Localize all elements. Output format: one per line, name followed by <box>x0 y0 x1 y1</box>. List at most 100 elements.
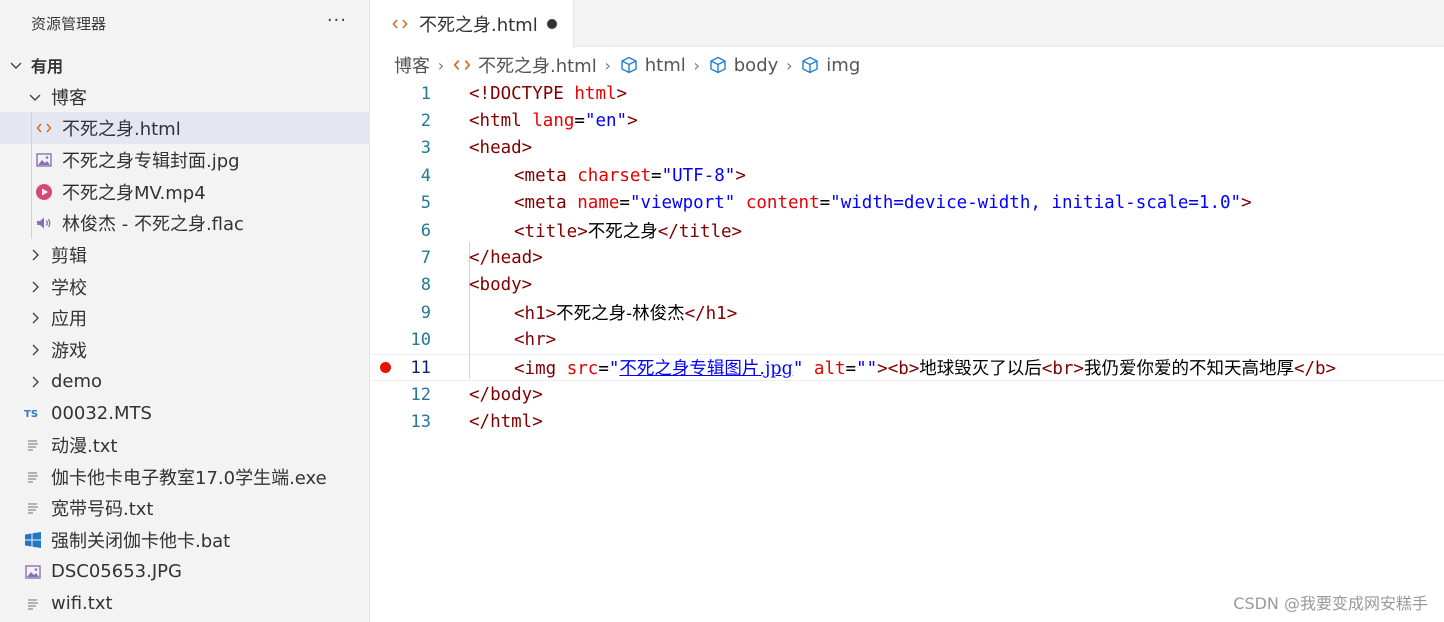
code-token: = <box>574 111 585 132</box>
tree-folder-item[interactable]: 游戏 <box>0 334 369 366</box>
tree-file-label: DSC05653.JPG <box>51 561 182 583</box>
tree-file-label: 不死之身MV.mp4 <box>62 182 206 204</box>
indent-guide <box>31 144 32 176</box>
line-number: 8 <box>420 275 431 296</box>
code-line[interactable]: 6 <title>不死之身</title> <box>371 217 1444 244</box>
unsaved-dot-icon[interactable] <box>547 19 557 29</box>
explorer-title: 资源管理器 <box>31 14 107 33</box>
chevron-right-icon: › <box>693 55 700 75</box>
code-token: <br> <box>1041 359 1084 380</box>
code-token: name <box>577 193 620 214</box>
tree-folder-label: 游戏 <box>51 341 87 363</box>
code-text: <body> <box>469 275 533 296</box>
tree-file-item[interactable]: 伽卡他卡电子教室17.0学生端.exe <box>0 461 369 493</box>
tree-file-item[interactable]: 不死之身专辑封面.jpg <box>0 144 369 176</box>
tree-file-label: 动漫.txt <box>51 436 118 458</box>
code-line[interactable]: 13 </html> <box>371 409 1444 436</box>
breadcrumb-item[interactable]: html <box>619 55 686 76</box>
chevron-down-icon <box>27 89 43 105</box>
code-line[interactable]: 7 </head> <box>371 244 1444 271</box>
chevron-right-icon <box>27 247 43 263</box>
tree-file-item[interactable]: 不死之身MV.mp4 <box>0 175 369 208</box>
breadcrumb-item[interactable]: 博客 <box>394 52 430 78</box>
chevron-right-icon <box>27 279 43 295</box>
line-number: 3 <box>420 138 431 159</box>
code-token: 地球毁灭了以后 <box>919 359 1042 380</box>
code-line[interactable]: 12 </body> <box>371 381 1444 408</box>
code-token: = <box>845 359 857 380</box>
code-token: > <box>1241 193 1252 214</box>
tree-file-label: 林俊杰 - 不死之身.flac <box>62 214 244 236</box>
code-line[interactable]: 8 <body> <box>371 272 1444 299</box>
breadcrumb-item[interactable]: 不死之身.html <box>452 52 597 78</box>
code-token: </title> <box>657 222 743 243</box>
code-token: meta <box>524 193 567 214</box>
code-line[interactable]: 1 <!DOCTYPE html> <box>371 80 1444 107</box>
editor-tab-bar: 不死之身.html <box>371 0 1444 48</box>
tree-file-item[interactable]: 强制关闭伽卡他卡.bat <box>0 524 369 556</box>
tree-folder-label: 学校 <box>51 277 87 299</box>
file-tree: 有用 博客 不死之身.html 不死之身专辑封面.jpg 不死之身MV.mp4 … <box>0 49 369 619</box>
breadcrumb-item[interactable]: body <box>708 54 779 76</box>
code-token: " <box>792 359 804 380</box>
tree-file-item[interactable]: TS 00032.MTS <box>0 398 369 430</box>
code-line[interactable]: 2 <html lang="en"> <box>371 107 1444 134</box>
tree-folder-item[interactable]: 学校 <box>0 271 369 303</box>
code-token: html <box>574 83 617 104</box>
tree-file-item[interactable]: 宽带号码.txt <box>0 493 369 525</box>
code-text: <title>不死之身</title> <box>514 218 742 243</box>
tree-file-item[interactable]: DSC05653.JPG <box>0 556 369 588</box>
code-line-current[interactable]: 11 <img src="不死之身专辑图片.jpg" alt=""><b>地球毁… <box>371 354 1444 382</box>
watermark: CSDN @我要变成网安糕手 <box>1233 594 1428 613</box>
cube-symbol-icon <box>619 55 639 75</box>
chevron-right-icon: › <box>437 55 445 75</box>
code-token: > <box>735 165 746 186</box>
cube-symbol-icon <box>800 55 820 75</box>
explorer-sidebar: 资源管理器 ··· 有用 博客 不死之身.html 不死之身专辑封面.jpg 不… <box>0 0 370 622</box>
tree-folder-item[interactable]: demo <box>0 366 369 398</box>
code-line[interactable]: 5 <meta name="viewport" content="width=d… <box>371 190 1444 217</box>
line-number: 7 <box>420 248 431 269</box>
tree-file-item[interactable]: 林俊杰 - 不死之身.flac <box>0 207 369 240</box>
line-number: 13 <box>410 412 431 433</box>
breadcrumb-label: body <box>733 54 779 76</box>
code-token: alt <box>813 359 846 380</box>
tree-file-label: 不死之身.html <box>62 119 181 141</box>
code-token: DOCTYPE <box>490 83 564 104</box>
tree-folder-label: 有用 <box>31 56 64 76</box>
audio-speaker-icon <box>35 214 53 232</box>
code-line[interactable]: 3 <head> <box>371 135 1444 162</box>
code-token: 不死之身 <box>587 222 658 243</box>
code-token: content <box>745 193 820 214</box>
tree-file-item[interactable]: 不死之身.html <box>0 112 369 145</box>
code-line[interactable]: 4 <meta charset="UTF-8"> <box>371 162 1444 189</box>
tree-folder-label: demo <box>51 371 103 393</box>
code-token: </b> <box>1293 359 1337 380</box>
code-line[interactable]: 10 <hr> <box>371 327 1444 354</box>
editor-tab[interactable]: 不死之身.html <box>371 0 574 48</box>
breadcrumb-label: 博客 <box>394 56 430 77</box>
html-code-icon <box>452 55 472 75</box>
cube-symbol-icon <box>708 55 728 75</box>
tree-folder-item[interactable]: 应用 <box>0 303 369 335</box>
breadcrumb-item[interactable]: img <box>800 55 860 76</box>
code-token: </h1> <box>684 304 738 325</box>
tree-file-item[interactable]: wifi.txt <box>0 588 369 620</box>
tree-folder-item[interactable]: 剪辑 <box>0 239 369 271</box>
tree-folder-blog[interactable]: 博客 <box>0 81 369 113</box>
code-text: <h1>不死之身-林俊杰</h1> <box>514 300 737 325</box>
code-text: <head> <box>469 138 533 159</box>
explorer-header: 资源管理器 ··· <box>0 0 369 46</box>
breadcrumb-label: 不死之身.html <box>478 56 597 77</box>
more-actions-icon[interactable]: ··· <box>327 10 347 31</box>
image-file-icon <box>24 563 42 581</box>
src-link[interactable]: 不死之身专辑图片.jpg <box>619 359 792 379</box>
code-line[interactable]: 9 <h1>不死之身-林俊杰</h1> <box>371 299 1444 326</box>
code-text: <!DOCTYPE html> <box>469 84 627 104</box>
code-editor[interactable]: 1 <!DOCTYPE html> 2 <html lang="en"> 3 <… <box>371 80 1444 622</box>
tree-folder-root[interactable]: 有用 <box>0 49 369 81</box>
tree-file-item[interactable]: 动漫.txt <box>0 429 369 461</box>
image-file-icon <box>35 151 53 169</box>
code-token: < <box>469 111 480 132</box>
code-token: lang <box>532 111 575 132</box>
